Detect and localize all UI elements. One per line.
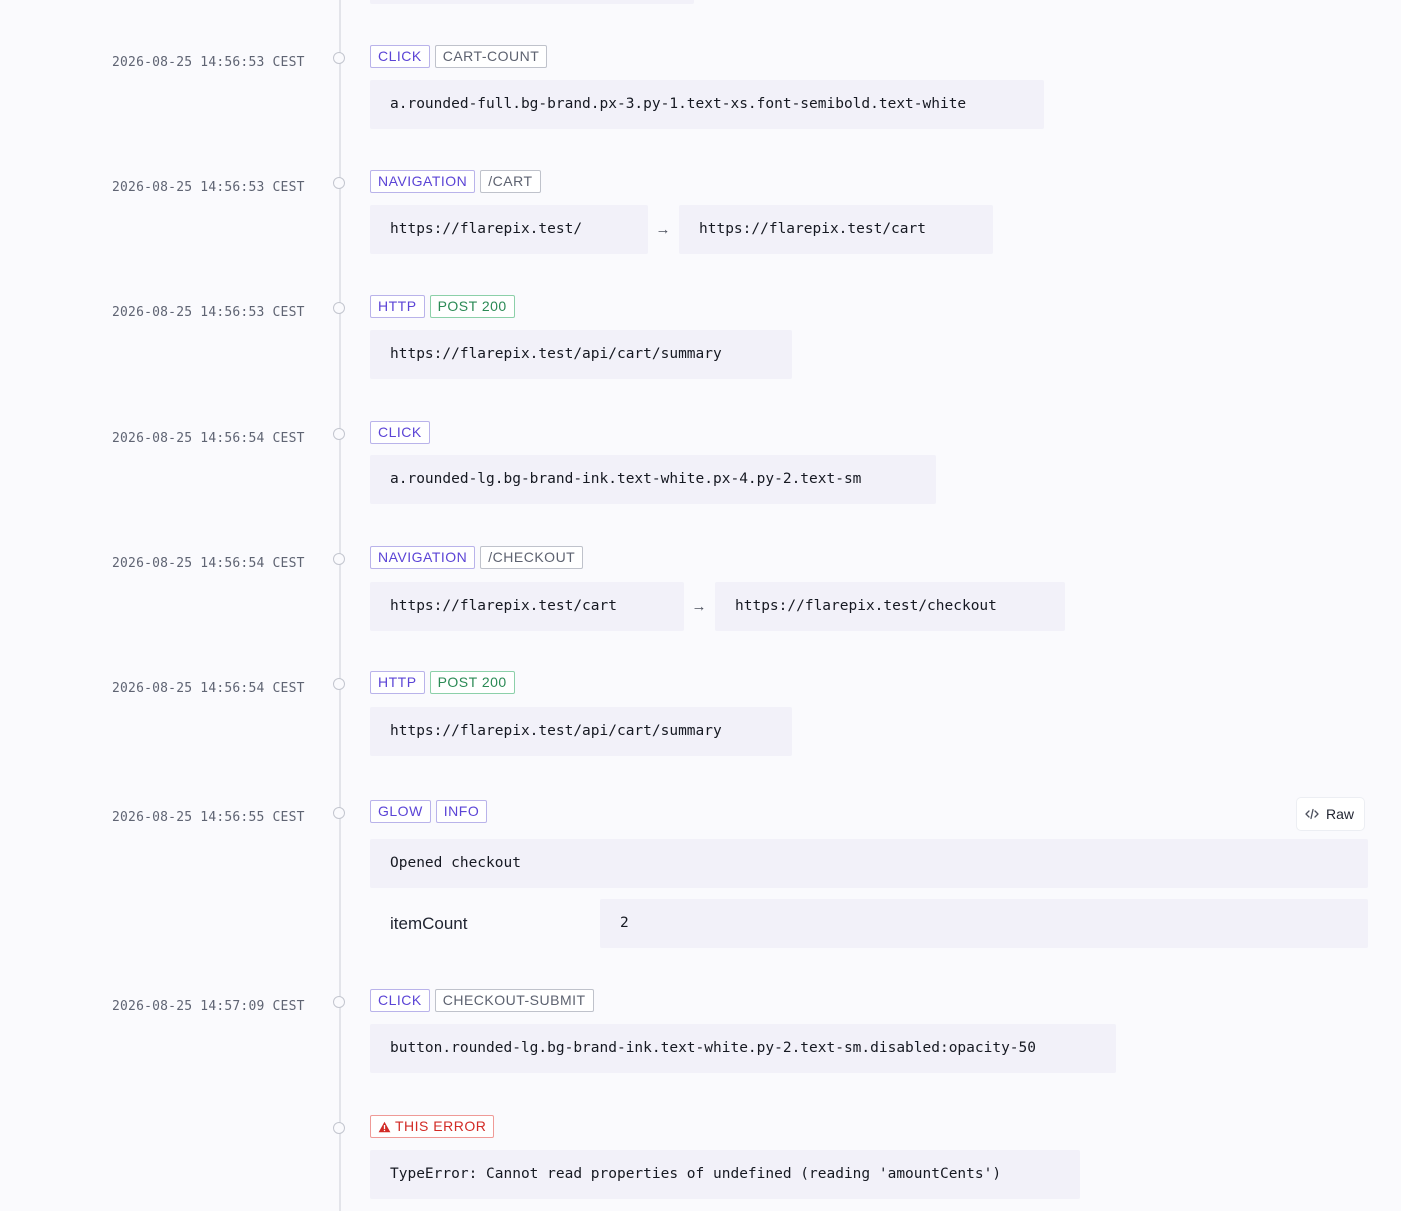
- timeline-dot: [333, 807, 345, 819]
- event-type-badge: CLICK: [370, 45, 430, 68]
- arrow-right-icon: →: [655, 221, 671, 238]
- route-badge: /CHECKOUT: [480, 546, 584, 569]
- http-status-badge: POST 200: [429, 671, 515, 694]
- request-url: https://flarepix.test/api/cart/summary: [370, 330, 792, 379]
- event-type-badge: CLICK: [370, 989, 430, 1012]
- log-message: Opened checkout: [370, 839, 1368, 888]
- event-timestamp: 2026-08-25 14:56:55 CEST: [112, 810, 305, 825]
- error-badge-label: THIS ERROR: [395, 1118, 487, 1134]
- raw-toggle-button[interactable]: Raw: [1297, 798, 1365, 830]
- event-type-badge: HTTP: [370, 671, 425, 694]
- event-badges: HTTP POST 200: [370, 295, 515, 318]
- event-timestamp: 2026-08-25 14:56:53 CEST: [112, 55, 305, 70]
- selector-code: a.rounded-full.bg-brand.px-3.py-1.text-x…: [370, 80, 1044, 129]
- event-badges: NAVIGATION /CHECKOUT: [370, 546, 584, 569]
- event-type-badge: NAVIGATION: [370, 170, 476, 193]
- navigation-from-url: https://flarepix.test/cart: [370, 582, 684, 631]
- http-status-badge: POST 200: [429, 295, 515, 318]
- previous-event-code-block: [370, 0, 694, 4]
- request-url: https://flarepix.test/api/cart/summary: [370, 707, 792, 756]
- event-type-badge: HTTP: [370, 295, 425, 318]
- event-type-badge: GLOW: [370, 800, 431, 823]
- error-message: TypeError: Cannot read properties of und…: [370, 1150, 1080, 1199]
- raw-button-label: Raw: [1326, 806, 1355, 822]
- event-target-badge: CART-COUNT: [434, 45, 548, 68]
- arrow-right-icon: →: [691, 598, 707, 615]
- timeline-dot: [333, 302, 345, 314]
- navigation-to-url: https://flarepix.test/cart: [679, 205, 993, 254]
- event-badges: THIS ERROR: [370, 1115, 495, 1138]
- event-timestamp: 2026-08-25 14:57:09 CEST: [112, 999, 305, 1014]
- event-badges: HTTP POST 200: [370, 671, 515, 694]
- error-badge: THIS ERROR: [370, 1115, 495, 1138]
- event-timeline: 2026-08-25 14:56:53 CEST CLICK CART-COUN…: [0, 0, 1401, 1211]
- event-badges: CLICK CART-COUNT: [370, 45, 548, 68]
- event-target-badge: CHECKOUT-SUBMIT: [434, 989, 594, 1012]
- context-value: 2: [600, 899, 1368, 948]
- event-timestamp: 2026-08-25 14:56:54 CEST: [112, 681, 305, 696]
- context-key: itemCount: [390, 914, 468, 933]
- event-badges: NAVIGATION /CART: [370, 170, 541, 193]
- event-type-badge: CLICK: [370, 421, 430, 444]
- event-timestamp: 2026-08-25 14:56:53 CEST: [112, 305, 305, 320]
- code-icon: [1305, 808, 1319, 820]
- timeline-dot: [333, 1122, 345, 1134]
- timeline-dot: [333, 678, 345, 690]
- event-badges: GLOW INFO: [370, 800, 488, 823]
- selector-code: button.rounded-lg.bg-brand-ink.text-whit…: [370, 1024, 1116, 1073]
- navigation-to-url: https://flarepix.test/checkout: [715, 582, 1065, 631]
- warning-triangle-icon: [378, 1121, 391, 1133]
- log-level-badge: INFO: [435, 800, 488, 823]
- route-badge: /CART: [480, 170, 541, 193]
- event-type-badge: NAVIGATION: [370, 546, 476, 569]
- event-timestamp: 2026-08-25 14:56:54 CEST: [112, 556, 305, 571]
- event-badges: CLICK: [370, 421, 430, 444]
- timeline-dot: [333, 428, 345, 440]
- timeline-dot: [333, 52, 345, 64]
- timeline-dot: [333, 553, 345, 565]
- timeline-dot: [333, 996, 345, 1008]
- navigation-from-url: https://flarepix.test/: [370, 205, 648, 254]
- timeline-dot: [333, 177, 345, 189]
- event-timestamp: 2026-08-25 14:56:53 CEST: [112, 180, 305, 195]
- event-timestamp: 2026-08-25 14:56:54 CEST: [112, 431, 305, 446]
- selector-code: a.rounded-lg.bg-brand-ink.text-white.px-…: [370, 455, 936, 504]
- event-badges: CLICK CHECKOUT-SUBMIT: [370, 989, 594, 1012]
